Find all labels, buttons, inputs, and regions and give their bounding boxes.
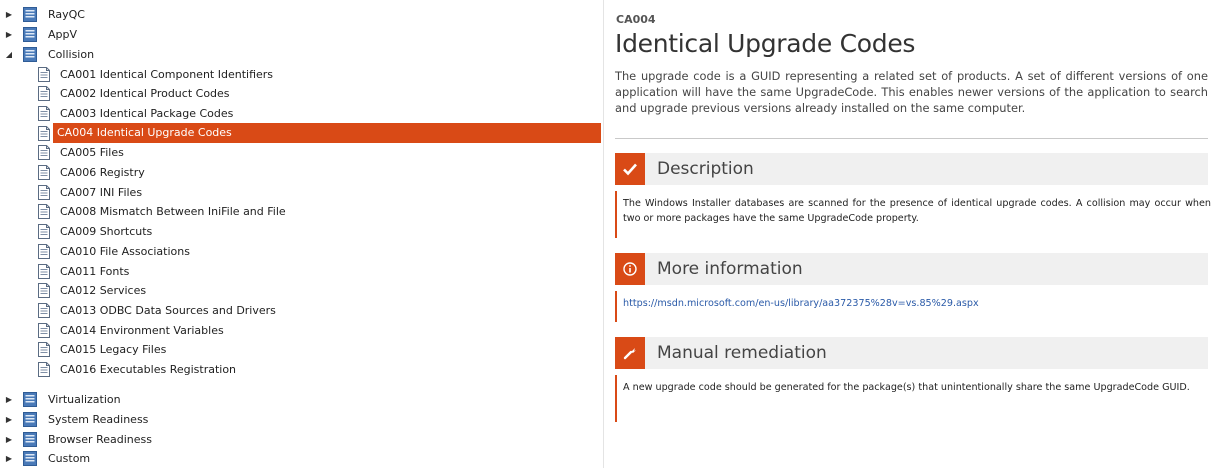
tree-group-system-readiness[interactable]: ▶ System Readiness [0, 409, 600, 429]
tree-item[interactable]: CA003 Identical Package Codes [0, 103, 638, 123]
tree-item[interactable]: CA013 ODBC Data Sources and Drivers [0, 300, 638, 320]
checkmark-icon [615, 153, 645, 185]
tree-item[interactable]: CA008 Mismatch Between IniFile and File [0, 202, 638, 222]
tree-group-custom[interactable]: ▶ Custom [0, 448, 600, 468]
wrench-icon [615, 337, 645, 369]
tree-item-label: CA013 ODBC Data Sources and Drivers [60, 303, 276, 317]
expand-arrow-icon[interactable]: ▶ [4, 389, 14, 409]
tree-item-label: CA016 Executables Registration [60, 363, 237, 376]
tree-item-label: CA011 Fonts [60, 264, 130, 278]
tree-item[interactable]: CA015 Legacy Files [0, 340, 638, 360]
rule-code: CA004 [616, 13, 656, 26]
description-section-header: Description [615, 153, 1208, 185]
expand-arrow-icon[interactable]: ▶ [4, 429, 14, 449]
tree-item[interactable]: CA009 Shortcuts [0, 222, 638, 242]
tree-group-label: Virtualization [48, 392, 121, 406]
document-icon [38, 66, 50, 82]
description-section-body: The Windows Installer databases are scan… [615, 191, 1211, 238]
expand-arrow-icon[interactable]: ▶ [4, 409, 14, 429]
tree-group-label: System Readiness [48, 412, 149, 426]
expand-arrow-icon[interactable]: ▶ [4, 24, 14, 44]
document-icon [38, 302, 50, 318]
tree-item-label: CA009 Shortcuts [60, 225, 153, 239]
tree-item-label: CA012 Services [60, 284, 147, 298]
tree-group-label: RayQC [48, 7, 85, 21]
document-icon [38, 224, 50, 240]
tree-item[interactable]: CA001 Identical Component Identifiers [0, 64, 638, 84]
more-info-link[interactable]: https://msdn.microsoft.com/en-us/library… [623, 298, 979, 309]
tree-item-label: CA015 Legacy Files [60, 343, 167, 357]
divider [615, 138, 1208, 139]
group-book-icon [23, 450, 37, 466]
tree-item-label: CA010 File Associations [60, 244, 190, 258]
tree-group-label: Custom [48, 451, 91, 465]
document-icon [38, 165, 50, 180]
document-icon [38, 125, 50, 141]
tree-item-label: CA014 Environment Variables [60, 323, 224, 337]
tree-item-label: CA005 Files [60, 146, 124, 160]
tree-item[interactable]: CA004 Identical Upgrade Codes [0, 123, 638, 144]
tree-item[interactable]: CA006 Registry [0, 163, 638, 183]
tree-item[interactable]: CA007 INI Files [0, 182, 638, 202]
more-info-section-header: More information [615, 253, 1208, 285]
description-text: The Windows Installer databases are scan… [623, 198, 1211, 224]
remediation-section-header: Manual remediation [615, 337, 1208, 369]
tree-group-appv[interactable]: ▶ AppV [0, 24, 600, 44]
group-book-icon [23, 411, 37, 427]
tree-group-browser-readiness[interactable]: ▶ Browser Readiness [0, 429, 600, 449]
tree-group-label: Collision [48, 47, 95, 61]
tree-group-rayqc[interactable]: ▶ RayQC [0, 4, 600, 24]
more-info-section-body: https://msdn.microsoft.com/en-us/library… [615, 291, 1211, 322]
tree-group-collision[interactable]: ◢ Collision [0, 44, 600, 64]
collapse-arrow-icon[interactable]: ◢ [4, 44, 14, 64]
group-book-icon [23, 391, 37, 407]
tree-item[interactable]: CA012 Services [0, 281, 638, 301]
tree-item[interactable]: CA002 Identical Product Codes [0, 84, 638, 104]
tree-group-label: AppV [48, 27, 78, 41]
tree-item-label: CA004 Identical Upgrade Codes [53, 123, 601, 144]
section-heading: Manual remediation [657, 343, 827, 363]
tree-item-label: CA002 Identical Product Codes [60, 87, 230, 101]
page-title: Identical Upgrade Codes [615, 29, 916, 58]
tree-item[interactable]: CA005 Files [0, 143, 638, 163]
document-icon [38, 145, 50, 161]
document-icon [38, 105, 50, 121]
expand-arrow-icon[interactable]: ▶ [4, 448, 14, 468]
document-icon [38, 362, 50, 377]
tree-item-label: CA006 Registry [60, 166, 145, 179]
tree-item-label: CA001 Identical Component Identifiers [60, 67, 274, 81]
tree-item-label: CA008 Mismatch Between IniFile and File [60, 205, 286, 219]
tree-item[interactable]: CA010 File Associations [0, 241, 638, 261]
document-icon [38, 263, 50, 279]
tree-item[interactable]: CA016 Executables Registration [0, 360, 638, 380]
tree-panel: ▶ RayQC ▶ AppV ◢ Collision ▶ Virtualizat… [0, 0, 604, 468]
rule-intro-text: The upgrade code is a GUID representing … [615, 69, 1208, 115]
group-book-icon [23, 431, 37, 447]
remediation-section-body: A new upgrade code should be generated f… [615, 375, 1211, 422]
document-icon [38, 322, 50, 338]
tree-item[interactable]: CA014 Environment Variables [0, 320, 638, 340]
document-icon [38, 243, 50, 259]
group-book-icon [23, 46, 37, 62]
document-icon [38, 86, 50, 102]
expand-arrow-icon[interactable]: ▶ [4, 4, 14, 24]
remediation-text: A new upgrade code should be generated f… [623, 382, 1190, 393]
section-heading: Description [657, 159, 754, 179]
info-icon [615, 253, 645, 285]
tree-group-label: Browser Readiness [48, 432, 152, 446]
group-book-icon [23, 26, 37, 42]
tree-item[interactable]: CA011 Fonts [0, 261, 638, 281]
document-icon [38, 184, 50, 200]
tree-group-virtualization[interactable]: ▶ Virtualization [0, 389, 600, 409]
tree-item-label: CA007 INI Files [60, 185, 143, 199]
document-icon [38, 204, 50, 220]
group-book-icon [23, 6, 37, 22]
details-panel: CA004 Identical Upgrade Codes The upgrad… [615, 0, 1211, 468]
document-icon [38, 283, 50, 299]
document-icon [38, 342, 50, 358]
tree-item-label: CA003 Identical Package Codes [60, 106, 234, 120]
section-heading: More information [657, 259, 803, 279]
